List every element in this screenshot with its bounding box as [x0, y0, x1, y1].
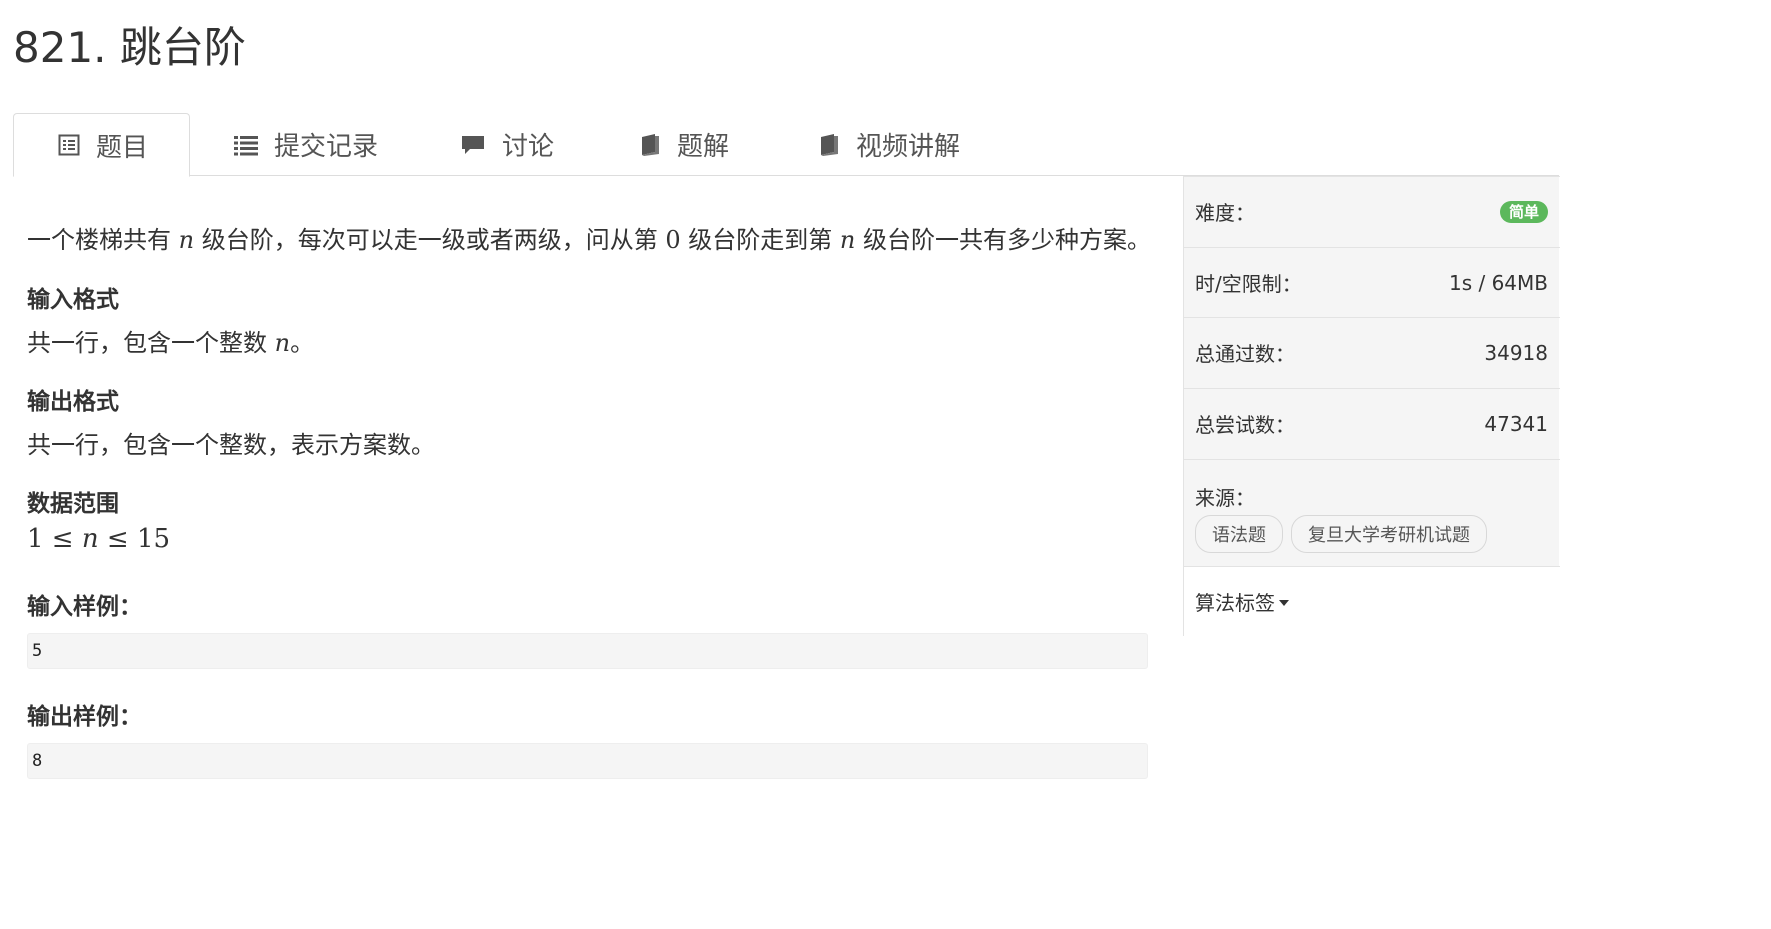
difficulty-badge: 简单 — [1499, 200, 1548, 223]
page-title: 821. 跳台阶 — [13, 23, 246, 72]
description-text: 级台阶一共有多少种方案。 — [855, 226, 1152, 254]
description-text: 级台阶走到第 — [680, 226, 840, 254]
tab-problem-label: 题目 — [96, 132, 149, 163]
source-section: 来源： 语法题 复旦大学考研机试题 — [1184, 459, 1560, 567]
source-tags: 语法题 复旦大学考研机试题 — [1195, 515, 1560, 553]
input-format-text: 共一行，包含一个整数 n。 — [27, 323, 314, 358]
algorithm-tags-toggle[interactable]: 算法标签 — [1184, 566, 1560, 636]
book-icon — [639, 133, 661, 157]
list-icon — [234, 134, 258, 156]
sample-input-block[interactable]: 5 — [27, 633, 1148, 669]
source-tag[interactable]: 复旦大学考研机试题 — [1291, 515, 1487, 553]
math-number: 0 — [665, 226, 681, 254]
problem-description: 一个楼梯共有 n 级台阶，每次可以走一级或者两级，问从第 0 级台阶走到第 n … — [27, 220, 1151, 255]
book-icon — [818, 133, 840, 157]
comment-icon — [460, 134, 486, 156]
output-format-text: 共一行，包含一个整数，表示方案数。 — [27, 431, 435, 459]
input-format-text-part: 共一行，包含一个整数 — [27, 329, 275, 357]
sample-output-heading: 输出样例： — [27, 704, 142, 730]
description-text: 一个楼梯共有 — [27, 226, 179, 254]
math-number: 15 — [136, 524, 171, 554]
source-tag[interactable]: 语法题 — [1195, 515, 1283, 553]
tab-video[interactable]: 视频讲解 — [774, 113, 996, 176]
math-operator: ≤ — [98, 524, 137, 554]
output-format-heading: 输出格式 — [27, 389, 119, 415]
math-var: n — [839, 226, 856, 254]
difficulty-label: 难度： — [1195, 201, 1255, 225]
math-operator: ≤ — [43, 524, 82, 554]
limit-label: 时/空限制： — [1195, 272, 1302, 296]
attempts-label: 总尝试数： — [1195, 413, 1295, 437]
attempts-value: 47341 — [1484, 411, 1548, 436]
tab-video-label: 视频讲解 — [856, 132, 961, 162]
tab-discussion-label: 讨论 — [502, 132, 555, 162]
math-var: n — [81, 524, 99, 554]
source-label: 来源： — [1195, 486, 1255, 510]
passed-row: 总通过数： 34918 — [1184, 317, 1560, 387]
sample-output-block[interactable]: 8 — [27, 743, 1148, 779]
caret-down-icon — [1279, 599, 1289, 606]
sample-input-heading: 输入样例： — [27, 594, 142, 620]
tab-submissions[interactable]: 提交记录 — [190, 113, 412, 176]
input-format-text-part: 。 — [290, 329, 315, 357]
tab-solutions-label: 题解 — [677, 132, 730, 162]
math-var: n — [274, 329, 291, 357]
description-text: 级台阶，每次可以走一级或者两级，问从第 — [194, 226, 666, 254]
math-var: n — [178, 226, 195, 254]
math-number: 1 — [27, 524, 44, 554]
data-range-heading: 数据范围 — [27, 491, 119, 517]
limit-row: 时/空限制： 1s / 64MB — [1184, 247, 1560, 317]
tab-problem[interactable]: 题目 — [13, 113, 190, 177]
tab-submissions-label: 提交记录 — [274, 132, 379, 162]
tab-discussion[interactable]: 讨论 — [416, 113, 594, 176]
limit-value: 1s / 64MB — [1448, 270, 1548, 295]
data-range-formula: 1 ≤ n ≤ 15 — [27, 524, 170, 554]
document-list-icon — [58, 134, 80, 156]
tab-solutions[interactable]: 题解 — [595, 113, 773, 176]
input-format-heading: 输入格式 — [27, 287, 119, 313]
problem-info-sidebar: 难度： 简单 时/空限制： 1s / 64MB 总通过数： 34918 总尝试数… — [1183, 176, 1560, 636]
difficulty-row: 难度： 简单 — [1184, 176, 1560, 246]
passed-value: 34918 — [1484, 340, 1548, 365]
algorithm-tags-label: 算法标签 — [1195, 591, 1275, 615]
passed-label: 总通过数： — [1195, 342, 1295, 366]
tab-bar: 题目 提交记录 讨论 题解 视频讲解 — [13, 113, 1559, 177]
attempts-row: 总尝试数： 47341 — [1184, 388, 1560, 458]
